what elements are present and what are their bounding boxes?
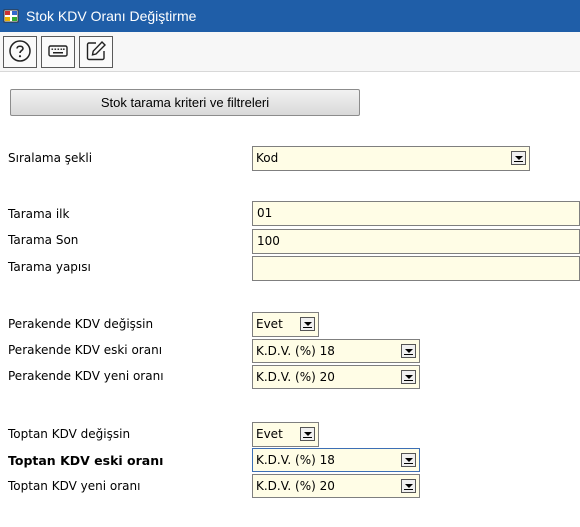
wholesale-new-label: Toptan KDV yeni oranı	[8, 479, 141, 493]
scan-structure-label: Tarama yapısı	[8, 260, 91, 274]
chevron-down-icon[interactable]	[511, 151, 526, 165]
app-icon	[3, 8, 19, 24]
retail-new-select[interactable]: K.D.V. (%) 20	[252, 365, 420, 389]
wholesale-change-label: Toptan KDV değişsin	[8, 427, 131, 441]
wholesale-change-value: Evet	[256, 427, 283, 441]
chevron-down-icon[interactable]	[401, 344, 416, 358]
help-circle-icon	[8, 39, 32, 66]
retail-change-label: Perakende KDV değişsin	[8, 317, 154, 331]
keyboard-button[interactable]	[41, 36, 75, 68]
sort-label: Sıralama şekli	[8, 151, 93, 165]
retail-old-label: Perakende KDV eski oranı	[8, 343, 163, 357]
retail-new-value: K.D.V. (%) 20	[256, 370, 335, 384]
retail-change-select[interactable]: Evet	[252, 312, 319, 337]
help-button[interactable]	[3, 36, 37, 68]
toolbar	[0, 32, 580, 72]
chevron-down-icon[interactable]	[401, 479, 416, 493]
wholesale-old-select[interactable]: K.D.V. (%) 18	[252, 448, 420, 472]
keyboard-icon	[46, 39, 70, 66]
chevron-down-icon[interactable]	[401, 370, 416, 384]
scan-first-label: Tarama ilk	[8, 207, 70, 221]
wholesale-old-value: K.D.V. (%) 18	[256, 453, 335, 467]
wholesale-new-select[interactable]: K.D.V. (%) 20	[252, 474, 420, 498]
scan-first-input[interactable]: 01	[252, 201, 580, 226]
scan-last-input[interactable]: 100	[252, 229, 580, 254]
wholesale-change-select[interactable]: Evet	[252, 422, 319, 447]
chevron-down-icon[interactable]	[401, 453, 416, 467]
chevron-down-icon[interactable]	[300, 317, 315, 331]
sort-select[interactable]: Kod	[252, 146, 530, 171]
edit-icon	[84, 39, 108, 66]
wholesale-new-value: K.D.V. (%) 20	[256, 479, 335, 493]
edit-button[interactable]	[79, 36, 113, 68]
window-title: Stok KDV Oranı Değiştirme	[26, 8, 197, 24]
sort-value: Kod	[256, 151, 279, 165]
retail-old-select[interactable]: K.D.V. (%) 18	[252, 339, 420, 363]
chevron-down-icon[interactable]	[300, 427, 315, 441]
wholesale-old-label: Toptan KDV eski oranı	[8, 453, 164, 468]
scan-structure-input[interactable]	[252, 256, 580, 281]
retail-new-label: Perakende KDV yeni oranı	[8, 369, 164, 383]
retail-change-value: Evet	[256, 317, 283, 331]
retail-old-value: K.D.V. (%) 18	[256, 344, 335, 358]
scan-filter-button[interactable]: Stok tarama kriteri ve filtreleri	[10, 89, 360, 116]
title-bar: Stok KDV Oranı Değiştirme	[0, 0, 580, 32]
scan-last-label: Tarama Son	[8, 233, 79, 247]
